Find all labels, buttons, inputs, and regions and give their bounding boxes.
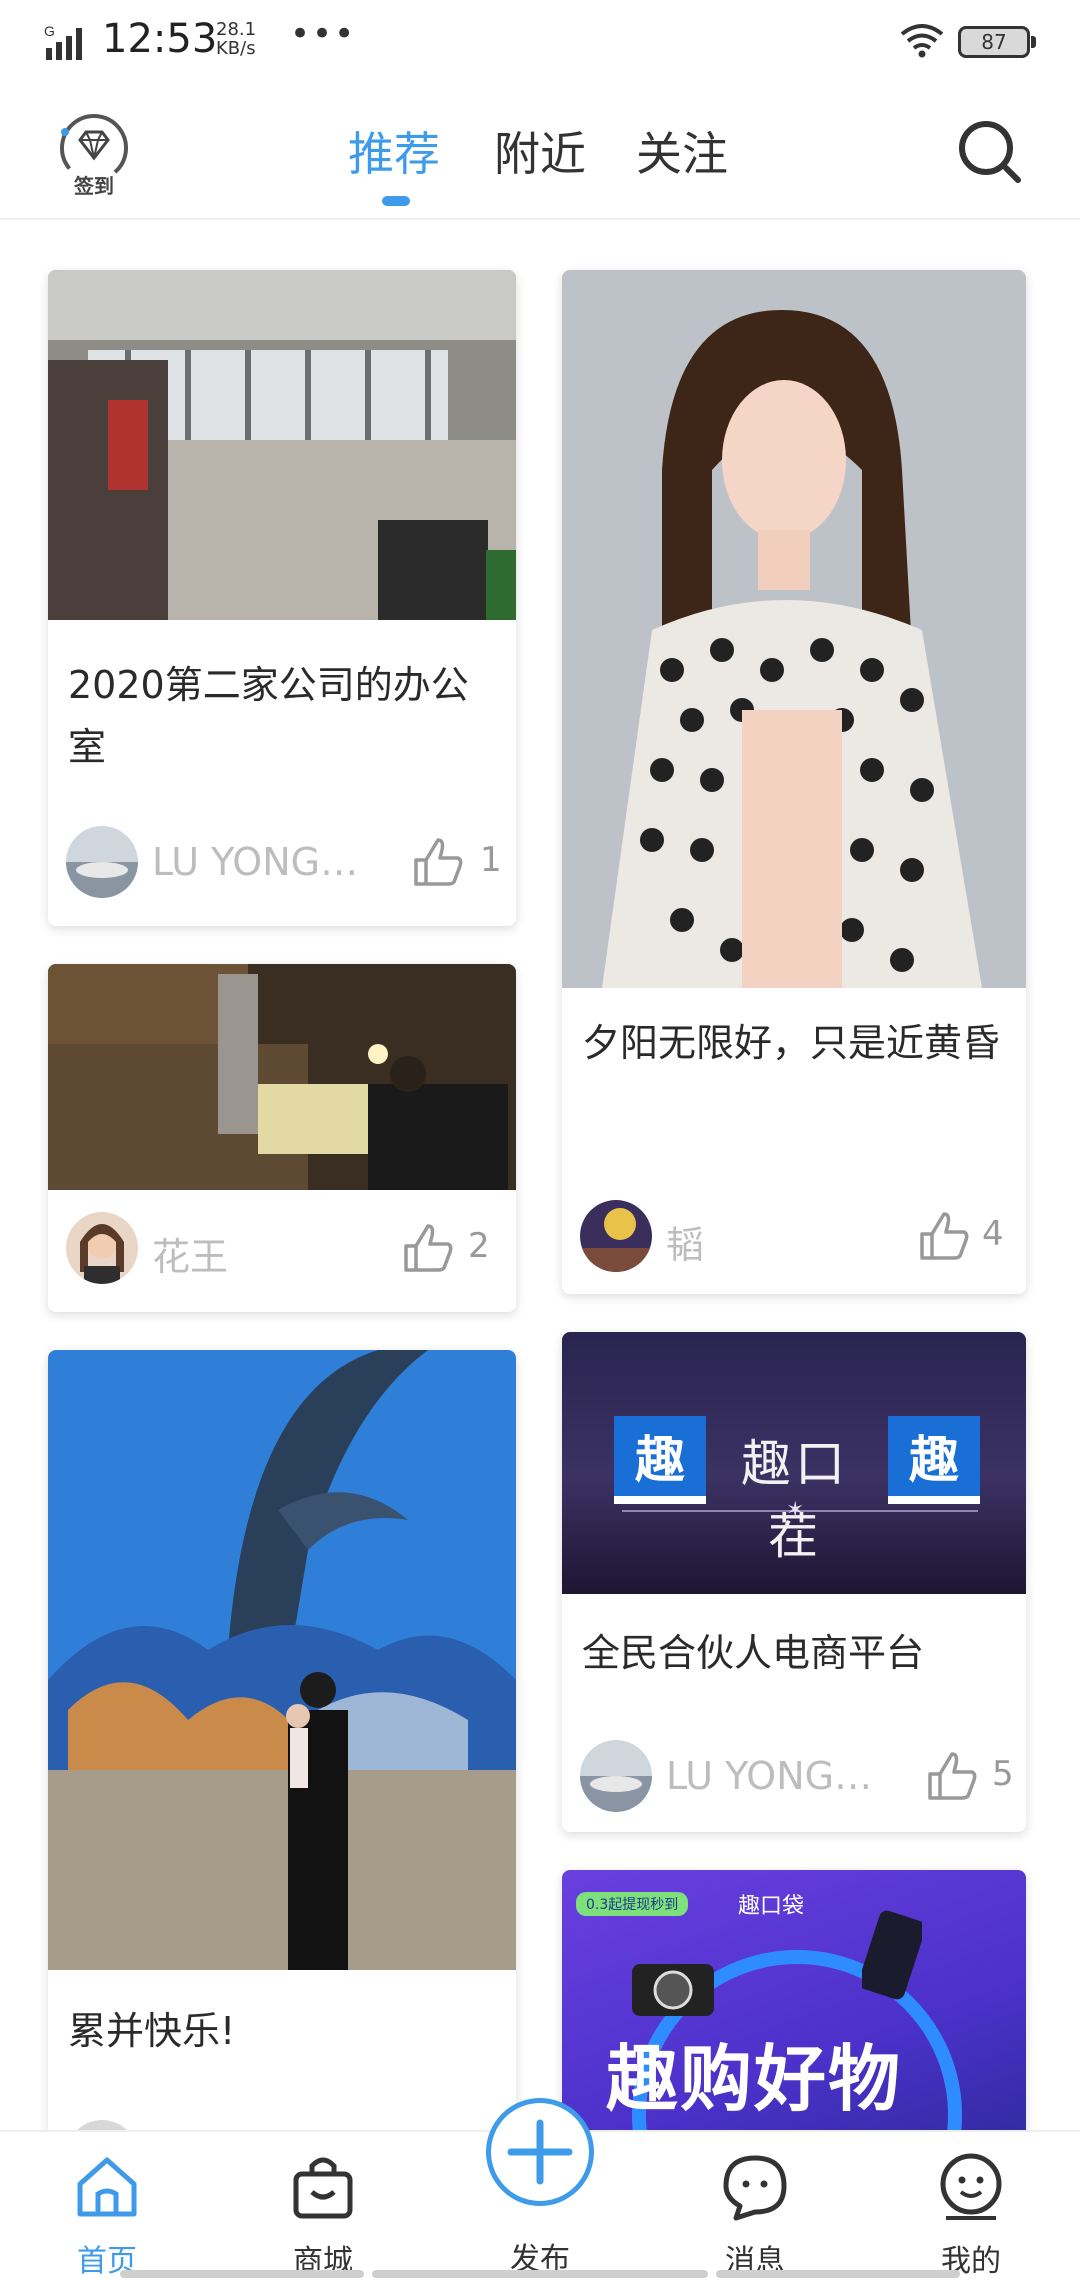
post-card[interactable]: 0.3起提现秒到 趣口袋 趣购好物 (562, 1870, 1026, 2130)
post-card[interactable]: 夕阳无限好，只是近黄昏 韬 4 (562, 270, 1026, 1294)
promo-tag: 0.3起提现秒到 (576, 1892, 689, 1916)
like-count: 1 (480, 840, 502, 880)
post-card[interactable]: 累并快乐! (48, 1350, 516, 2130)
author-avatar[interactable] (580, 1740, 652, 1812)
like-thumb-icon[interactable] (924, 1748, 980, 1804)
active-tab-indicator (382, 196, 410, 206)
tab-nearby[interactable]: 附近 (494, 118, 586, 184)
banner-badge-left: 趣 (614, 1416, 706, 1504)
post-title[interactable]: 夕阳无限好，只是近黄昏 (582, 1012, 1008, 1074)
post-card[interactable]: 2020第二家公司的办公室 LU YONG… 1 (48, 270, 516, 926)
nav-profile[interactable]: 我的 (896, 2132, 1046, 2280)
like-thumb-icon[interactable] (400, 1220, 456, 1276)
like-count: 5 (992, 1754, 1014, 1794)
banner-star-icon: ✶ (786, 1498, 805, 1523)
post-footer (48, 2120, 516, 2130)
post-image-promo[interactable]: 0.3起提现秒到 趣口袋 趣购好物 (562, 1870, 1026, 2130)
home-icon (77, 2157, 137, 2217)
nav-messages[interactable]: 消息 (680, 2132, 830, 2280)
post-image-night-market[interactable] (48, 964, 516, 1190)
tab-follow[interactable]: 关注 (636, 118, 728, 184)
nav-shop[interactable]: 商城 (248, 2132, 398, 2280)
post-image-office[interactable] (48, 270, 516, 620)
post-feed: 2020第二家公司的办公室 LU YONG… 1 花王 2 累并快乐! 夕阳无限… (0, 222, 1080, 2130)
like-count: 2 (468, 1226, 490, 1266)
more-notifications-icon: ••• (290, 14, 357, 54)
like-count: 4 (982, 1214, 1004, 1254)
network-speed: 28.1 KB/s (216, 20, 256, 58)
post-footer: 花王 2 (48, 1212, 516, 1292)
author-name[interactable]: 花王 (152, 1226, 228, 1281)
author-avatar[interactable] (66, 826, 138, 898)
banner-badge-right: 趣 (888, 1416, 980, 1504)
post-footer: LU YONG… 1 (48, 826, 516, 906)
message-icon (723, 2155, 787, 2221)
post-title[interactable]: 2020第二家公司的办公室 (68, 654, 498, 778)
status-bar: G 12:53 28.1 KB/s ••• 87 (0, 0, 1080, 90)
gesture-bar (120, 2270, 364, 2278)
gesture-bar (372, 2270, 708, 2278)
author-avatar[interactable] (66, 2120, 138, 2130)
post-title[interactable]: 累并快乐! (68, 2000, 498, 2062)
tab-recommend[interactable]: 推荐 (348, 118, 440, 184)
author-avatar[interactable] (66, 1212, 138, 1284)
publish-plus-icon[interactable] (486, 2098, 594, 2206)
network-speed-unit: KB/s (216, 38, 256, 59)
search-icon[interactable] (956, 118, 1026, 188)
author-avatar[interactable] (580, 1200, 652, 1272)
like-thumb-icon[interactable] (410, 834, 466, 890)
clock: 12:53 (102, 16, 218, 62)
post-footer: LU YONG… 5 (562, 1740, 1026, 1820)
network-type-label: G (44, 23, 55, 39)
profile-icon (940, 2153, 1002, 2220)
author-name[interactable]: LU YONG… (152, 840, 358, 884)
nav-home[interactable]: 首页 (32, 2132, 182, 2280)
cellular-signal-icon: G (44, 23, 82, 60)
promo-headline: 趣购好物 (606, 2037, 903, 2121)
author-name[interactable]: 韬 (666, 1214, 704, 1269)
top-nav: 签到 推荐 附近 关注 (0, 90, 1080, 220)
feed-tabs: 推荐 附近 关注 (0, 90, 1080, 220)
wifi-icon (900, 24, 944, 58)
post-image-portrait[interactable] (562, 270, 1026, 988)
post-image-banner[interactable]: 趣 趣口茬 趣 ✶ (562, 1332, 1026, 1594)
like-thumb-icon[interactable] (916, 1208, 972, 1264)
post-footer: 韬 4 (562, 1200, 1026, 1280)
phone-icon (862, 1910, 922, 2000)
gesture-bar (716, 2270, 960, 2278)
battery-indicator: 87 (958, 26, 1036, 58)
camera-icon (632, 1964, 714, 2016)
shop-bag-icon (293, 2157, 353, 2219)
author-name[interactable]: LU YONG… (666, 1754, 872, 1798)
network-speed-value: 28.1 (216, 19, 257, 40)
post-title[interactable]: 全民合伙人电商平台 (582, 1622, 1008, 1684)
post-card[interactable]: 花王 2 (48, 964, 516, 1312)
post-image-dolphin-statue[interactable] (48, 1350, 516, 1970)
banner-title: 趣口茬 (741, 1435, 849, 1565)
promo-brand: 趣口袋 (738, 1894, 805, 1919)
post-card[interactable]: 趣 趣口茬 趣 ✶ 全民合伙人电商平台 LU YONG… 5 (562, 1332, 1026, 1832)
